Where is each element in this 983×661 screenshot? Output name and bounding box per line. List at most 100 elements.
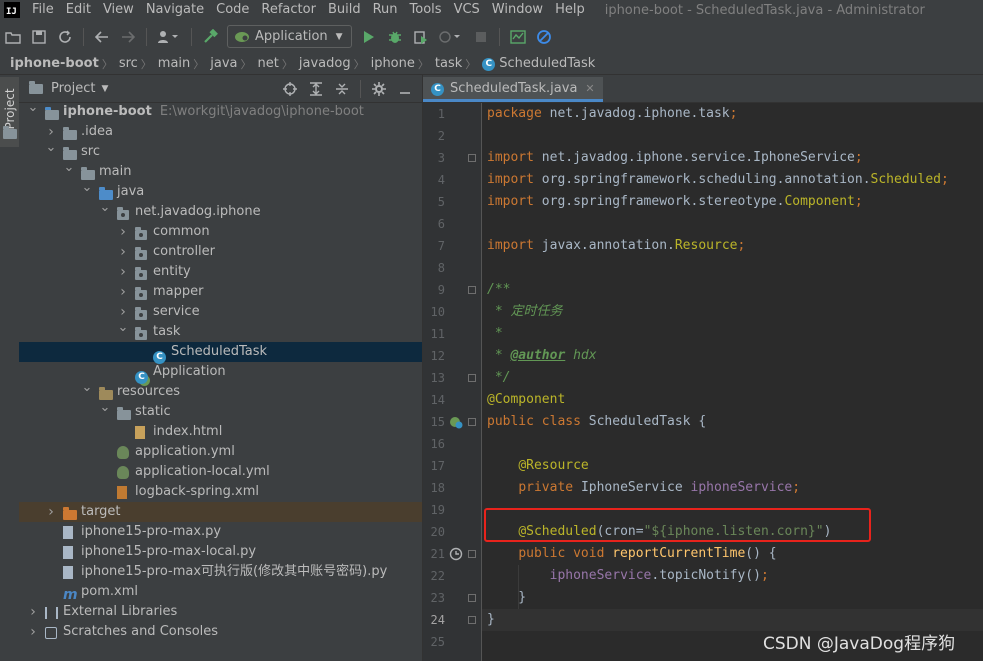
profile-dropdown-icon[interactable] [436, 26, 466, 48]
minimize-icon[interactable] [394, 79, 416, 99]
breadcrumb-item[interactable]: src [113, 56, 141, 71]
tree-item[interactable]: C ScheduledTask [19, 342, 422, 364]
menu-run[interactable]: Run [367, 0, 404, 20]
tree-item[interactable]: › External Libraries [19, 602, 422, 622]
menu-file[interactable]: File [26, 0, 60, 20]
fold-start-icon[interactable] [468, 550, 476, 558]
menu-navigate[interactable]: Navigate [140, 0, 210, 20]
menu-refactor[interactable]: Refactor [255, 0, 322, 20]
menu-build[interactable]: Build [322, 0, 367, 20]
fold-start-icon[interactable] [468, 154, 476, 162]
code-area[interactable]: package net.javadog.iphone.task; import n… [482, 103, 983, 661]
user-dropdown-icon[interactable] [154, 26, 184, 48]
tree-item[interactable]: iphone15-pro-max-local.py [19, 542, 422, 562]
tree-item[interactable]: ⌄ iphone-boot E:\workgit\javadog\iphone-bo… [19, 100, 422, 122]
forward-arrow-icon[interactable] [117, 26, 139, 48]
chevron-down-icon[interactable]: ⌄ [63, 158, 75, 178]
chevron-down-icon[interactable]: ⌄ [81, 178, 93, 198]
package-icon [135, 245, 151, 260]
tree-item[interactable]: C Application [19, 362, 422, 384]
save-icon[interactable] [28, 26, 50, 48]
breadcrumb-item[interactable]: net [252, 56, 282, 71]
tree-item[interactable]: › Scratches and Consoles [19, 622, 422, 642]
sync-icon[interactable] [54, 26, 76, 48]
tree-item[interactable]: iphone15-pro-max.py [19, 522, 422, 542]
tree-item[interactable]: ⌄ java [19, 180, 422, 202]
expand-all-icon[interactable] [305, 79, 327, 99]
tree-item[interactable]: index.html [19, 422, 422, 442]
collapse-all-icon[interactable] [331, 79, 353, 99]
menu-edit[interactable]: Edit [60, 0, 97, 20]
chevron-right-icon[interactable]: › [117, 262, 129, 282]
chevron-right-icon[interactable]: › [45, 502, 57, 522]
fold-start-icon[interactable] [468, 418, 476, 426]
chevron-down-icon[interactable]: ⌄ [27, 98, 39, 118]
tree-item[interactable]: application-local.yml [19, 462, 422, 482]
spring-bean-icon[interactable] [449, 415, 463, 429]
tree-item[interactable]: › service [19, 302, 422, 322]
fold-end-icon[interactable] [468, 374, 476, 382]
open-folder-icon[interactable] [2, 26, 24, 48]
menu-help[interactable]: Help [549, 0, 591, 20]
run-icon[interactable] [358, 26, 380, 48]
breadcrumb-item[interactable]: iphone-boot [0, 56, 102, 71]
stop-icon[interactable] [470, 26, 492, 48]
fold-end-icon[interactable] [468, 594, 476, 602]
run-configuration-select[interactable]: Application ▼ [227, 25, 352, 48]
tree-item[interactable]: ⌄ task [19, 320, 422, 342]
tree-item[interactable]: › common [19, 222, 422, 242]
tree-item[interactable]: ⌄ net.javadog.iphone [19, 200, 422, 222]
no-entry-icon[interactable] [533, 26, 555, 48]
tree-item[interactable]: logback-spring.xml [19, 482, 422, 502]
chevron-right-icon[interactable]: › [27, 622, 39, 642]
tree-item[interactable]: application.yml [19, 442, 422, 462]
menu-code[interactable]: Code [210, 0, 255, 20]
breadcrumb-item[interactable]: iphone [365, 56, 418, 71]
back-arrow-icon[interactable] [91, 26, 113, 48]
menu-window[interactable]: Window [486, 0, 549, 20]
tree-item[interactable]: m pom.xml [19, 582, 422, 602]
menu-view[interactable]: View [97, 0, 140, 20]
fold-start-icon[interactable] [468, 286, 476, 294]
profiler-icon[interactable] [507, 26, 529, 48]
tree-item[interactable]: › entity [19, 262, 422, 282]
breadcrumb-item[interactable]: task [429, 56, 465, 71]
chevron-down-icon[interactable]: ⌄ [99, 198, 111, 218]
chevron-right-icon[interactable]: › [27, 602, 39, 622]
chevron-right-icon[interactable]: › [117, 282, 129, 302]
run-with-coverage-icon[interactable] [410, 26, 432, 48]
tab-scheduledtask[interactable]: C ScheduledTask.java ✕ [423, 77, 603, 102]
chevron-down-icon[interactable]: ⌄ [45, 138, 57, 158]
chevron-right-icon[interactable]: › [117, 242, 129, 262]
breadcrumb-item[interactable]: ScheduledTask [499, 56, 598, 71]
tree-item[interactable]: › .idea [19, 122, 422, 142]
locate-target-icon[interactable] [279, 79, 301, 99]
menu-vcs[interactable]: VCS [448, 0, 486, 20]
fold-end-icon[interactable] [468, 616, 476, 624]
debug-icon[interactable] [384, 26, 406, 48]
tree-item[interactable]: ⌄ main [19, 160, 422, 182]
scheduled-clock-icon[interactable] [449, 547, 463, 561]
tree-item[interactable]: ⌄ static [19, 400, 422, 422]
tree-item[interactable]: › mapper [19, 282, 422, 302]
close-icon[interactable]: ✕ [585, 82, 594, 95]
breadcrumb-item[interactable]: main [152, 56, 193, 71]
breadcrumb: iphone-boot 〉 src 〉 main 〉 java 〉 net 〉 javadog 〉 ip… [0, 53, 983, 75]
tree-item[interactable]: ⌄ src [19, 140, 422, 162]
breadcrumb-item[interactable]: java [204, 56, 240, 71]
build-hammer-icon[interactable] [199, 26, 221, 48]
project-tool-button[interactable]: Project [0, 77, 19, 147]
chevron-down-icon[interactable]: ⌄ [99, 398, 111, 418]
chevron-right-icon[interactable]: › [117, 222, 129, 242]
chevron-down-icon[interactable]: ⌄ [81, 378, 93, 398]
menu-tools[interactable]: Tools [404, 0, 448, 20]
chevron-down-icon[interactable]: ⌄ [117, 318, 129, 338]
tree-item[interactable]: iphone15-pro-max可执行版(修改其中账号密码).py [19, 562, 422, 582]
tree-item[interactable]: › target [19, 502, 422, 522]
project-view-select[interactable]: Project ▼ [29, 80, 108, 96]
gear-icon[interactable] [368, 79, 390, 99]
tree-item[interactable]: ⌄ resources [19, 380, 422, 402]
code-token: @Component [487, 392, 566, 407]
breadcrumb-item[interactable]: javadog [293, 56, 354, 71]
tree-item[interactable]: › controller [19, 242, 422, 262]
